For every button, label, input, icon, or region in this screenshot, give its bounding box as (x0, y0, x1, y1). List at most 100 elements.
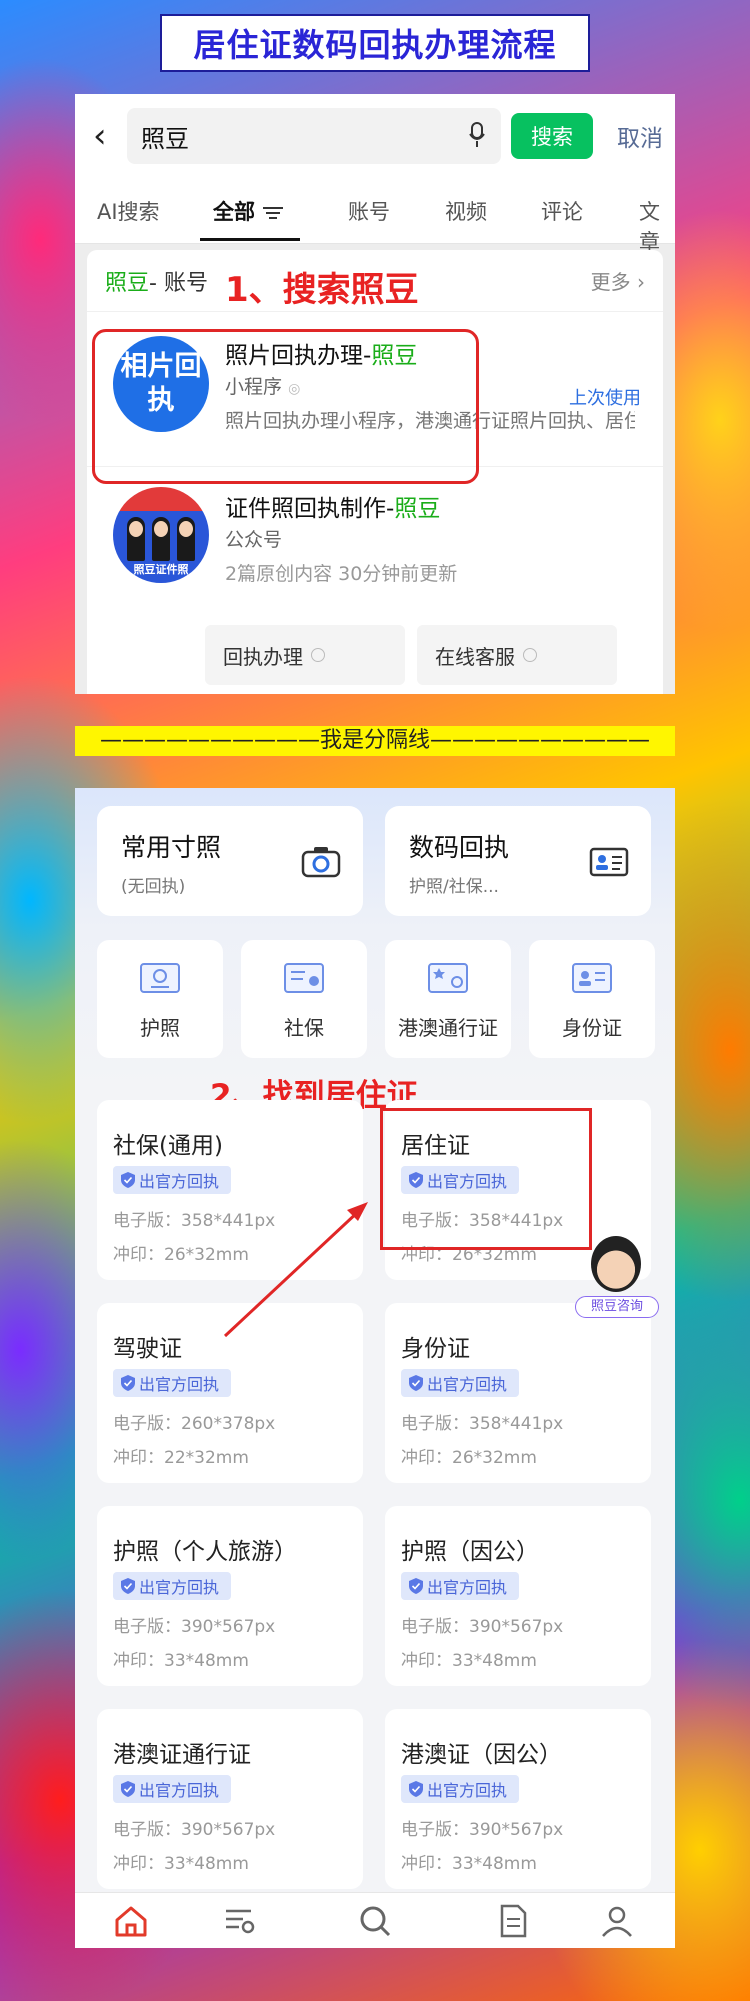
spec-card[interactable]: 驾驶证 出官方回执 电子版：260*378px 冲印：22*32mm (97, 1303, 363, 1483)
official-receipt-badge: 出官方回执 (401, 1775, 520, 1803)
spec-card[interactable]: 护照（因公） 出官方回执 电子版：390*567px 冲印：33*48mm (385, 1506, 651, 1686)
tab-all[interactable]: 全部 (213, 196, 283, 226)
badge-label: 出官方回执 (427, 1375, 508, 1394)
user-icon[interactable] (599, 1903, 635, 1939)
official-receipt-badge: 出官方回执 (113, 1572, 232, 1600)
card-subtitle: (无回执) (121, 877, 186, 897)
social-security-icon (284, 963, 324, 993)
doc-type-hk-macau-permit[interactable]: 港澳通行证 (385, 940, 511, 1058)
spec-print: 冲印：26*32mm (113, 1245, 249, 1265)
search-query: 照豆 (141, 124, 189, 153)
digital-receipt-card[interactable]: 数码回执 护照/社保... (385, 806, 651, 916)
shield-icon (409, 1578, 423, 1594)
divider-banner: ——————————我是分隔线—————————— (75, 726, 675, 756)
search-results-screen: ‹ 照豆 搜索 取消 AI搜索 全部 账号 视频 评论 文章 照豆 - 账号 更… (75, 94, 675, 694)
search-icon[interactable] (357, 1903, 393, 1939)
recent-used-label: 上次使用 (569, 388, 641, 409)
receipt-handling-button[interactable]: 回执办理 (205, 625, 405, 685)
spec-name: 港澳证通行证 (113, 1742, 251, 1768)
id-card-icon (589, 847, 629, 877)
filter-icon[interactable] (263, 206, 283, 220)
active-tab-indicator (200, 238, 300, 241)
passport-icon (140, 963, 180, 993)
spec-print: 冲印：26*32mm (401, 1448, 537, 1468)
consult-widget[interactable]: 照豆咨询 (575, 1236, 659, 1326)
spec-electronic: 电子版：260*378px (113, 1414, 276, 1434)
cancel-button[interactable]: 取消 (617, 119, 663, 153)
badge-label: 出官方回执 (139, 1578, 220, 1597)
card-title: 数码回执 (409, 833, 510, 862)
doc-type-label: 护照 (140, 1016, 180, 1040)
spec-print: 冲印：33*48mm (401, 1854, 537, 1874)
spec-electronic: 电子版：390*567px (401, 1820, 564, 1840)
official-receipt-badge: 出官方回执 (113, 1775, 232, 1803)
shield-icon (409, 1781, 423, 1797)
section-label: - 账号 (149, 270, 208, 296)
search-button[interactable]: 搜索 (511, 113, 593, 159)
spec-card[interactable]: 社保(通用) 出官方回执 电子版：358*441px 冲印：26*32mm (97, 1100, 363, 1280)
tab-article[interactable]: 文章 (639, 196, 675, 256)
shield-icon (121, 1375, 135, 1391)
result-title: 证件照回执制作-照豆 (225, 489, 440, 523)
spec-name: 身份证 (401, 1336, 470, 1362)
spec-electronic: 电子版：358*441px (401, 1414, 564, 1434)
shield-icon (121, 1781, 135, 1797)
spec-print: 冲印：33*48mm (113, 1651, 249, 1671)
doc-type-label: 港澳通行证 (398, 1016, 498, 1040)
spec-card[interactable]: 港澳证（因公） 出官方回执 电子版：390*567px 冲印：33*48mm (385, 1709, 651, 1889)
card-subtitle: 护照/社保... (409, 877, 499, 897)
shield-icon (121, 1578, 135, 1594)
tab-account[interactable]: 账号 (348, 196, 390, 226)
tab-all-label: 全部 (213, 200, 255, 224)
consult-label: 照豆咨询 (575, 1296, 659, 1318)
link-icon (311, 648, 325, 662)
doc-type-social-security[interactable]: 社保 (241, 940, 367, 1058)
badge-label: 出官方回执 (427, 1781, 508, 1800)
assistant-avatar (591, 1236, 641, 1292)
doc-type-label: 身份证 (562, 1016, 622, 1040)
spec-card[interactable]: 港澳证通行证 出官方回执 电子版：390*567px 冲印：33*48mm (97, 1709, 363, 1889)
home-icon[interactable] (113, 1903, 149, 1939)
spec-electronic: 电子版：390*567px (113, 1617, 276, 1637)
title-prefix: 证件照回执制作- (225, 496, 395, 522)
permit-icon (428, 963, 468, 993)
official-receipt-badge: 出官方回执 (401, 1369, 520, 1397)
badge-label: 出官方回执 (427, 1578, 508, 1597)
tab-comment[interactable]: 评论 (541, 196, 583, 226)
shield-icon (121, 1172, 135, 1188)
zhaodou-app-screen: 常用寸照 (无回执) 数码回执 护照/社保... 护照 社保 港澳通行证 身份证… (75, 788, 675, 1948)
highlight-box (380, 1108, 592, 1250)
title-highlight: 照豆 (394, 496, 441, 522)
result-stats: 2篇原创内容 30分钟前更新 (225, 563, 458, 585)
spec-name: 社保(通用) (113, 1133, 223, 1159)
spec-card[interactable]: 身份证 出官方回执 电子版：358*441px 冲印：26*32mm (385, 1303, 651, 1483)
logo-label: 照豆证件照 (133, 563, 189, 576)
official-receipt-badge: 出官方回执 (401, 1572, 520, 1600)
badge-label: 出官方回执 (139, 1781, 220, 1800)
spec-print: 冲印：33*48mm (113, 1854, 249, 1874)
spec-electronic: 电子版：358*441px (113, 1211, 276, 1231)
online-service-button[interactable]: 在线客服 (417, 625, 617, 685)
back-icon[interactable]: ‹ (93, 119, 117, 153)
doc-type-passport[interactable]: 护照 (97, 940, 223, 1058)
camera-icon (301, 847, 341, 878)
search-input[interactable]: 照豆 (127, 108, 501, 164)
badge-label: 出官方回执 (139, 1172, 220, 1191)
highlight-box (92, 329, 479, 484)
common-photo-card[interactable]: 常用寸照 (无回执) (97, 806, 363, 916)
doc-type-id-card[interactable]: 身份证 (529, 940, 655, 1058)
document-icon[interactable] (495, 1903, 531, 1939)
list-icon[interactable] (221, 1903, 257, 1939)
more-label: 更多 (590, 270, 631, 294)
more-link[interactable]: 更多 › (591, 266, 645, 295)
tab-video[interactable]: 视频 (445, 196, 487, 226)
chevron-right-icon: › (637, 270, 645, 294)
tab-ai-search[interactable]: AI搜索 (97, 196, 160, 226)
doc-type-label: 社保 (284, 1016, 324, 1040)
spec-print: 冲印：22*32mm (113, 1448, 249, 1468)
result-type: 公众号 (225, 529, 283, 551)
result-official-account[interactable]: 照豆证件照 证件照回执制作-照豆 公众号 2篇原创内容 30分钟前更新 回执办理… (87, 466, 663, 694)
microphone-icon[interactable] (469, 122, 485, 148)
spec-card[interactable]: 护照（个人旅游） 出官方回执 电子版：390*567px 冲印：33*48mm (97, 1506, 363, 1686)
spec-name: 港澳证（因公） (401, 1742, 562, 1768)
